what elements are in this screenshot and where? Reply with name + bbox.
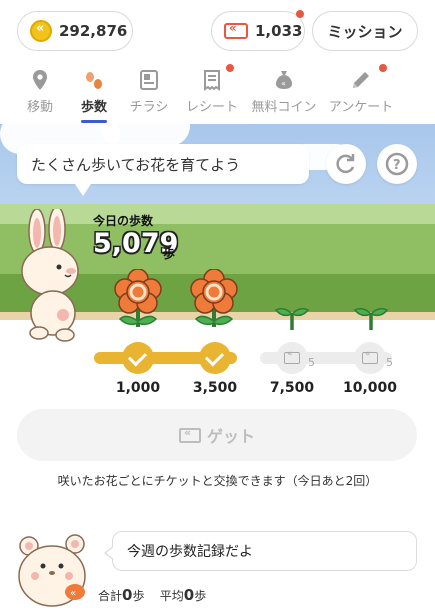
tickets-value: 1,033 bbox=[255, 22, 303, 40]
svg-text:«: « bbox=[281, 79, 286, 88]
milestone-node-locked: 5 bbox=[354, 342, 393, 374]
notification-dot bbox=[379, 64, 387, 72]
tab-flyer[interactable]: チラシ bbox=[114, 62, 184, 124]
cloud bbox=[100, 124, 190, 146]
ticket-icon bbox=[284, 349, 300, 364]
milestone-node-done bbox=[199, 342, 231, 374]
weekly-unit: 歩 bbox=[194, 589, 207, 603]
speech-bubble-text: たくさん歩いてお花を育てよう bbox=[31, 155, 241, 174]
svg-text:?: ? bbox=[393, 158, 401, 173]
weekly-unit: 歩 bbox=[132, 589, 145, 603]
coin-bag-icon: « bbox=[272, 68, 296, 92]
tab-free-coin[interactable]: « 無料コイン bbox=[249, 62, 319, 124]
milestone-label: 7,500 bbox=[269, 380, 315, 396]
flyer-icon bbox=[137, 68, 161, 92]
sprout bbox=[353, 307, 389, 330]
footprints-icon bbox=[82, 68, 106, 92]
tab-bar: 移動 歩数 チラシ レシート « 無料コイン アンケート bbox=[0, 62, 435, 124]
hamster-mascot: « bbox=[18, 534, 86, 607]
top-bar: 292,876 1,033 ミッション bbox=[0, 0, 435, 62]
tab-label: レシート bbox=[185, 100, 238, 115]
receipt-icon bbox=[200, 68, 224, 92]
milestone-label: 1,000 bbox=[115, 380, 161, 396]
rabbit-mascot bbox=[21, 209, 79, 342]
milestone-ticket-count: 5 bbox=[308, 356, 315, 369]
milestone-ticket-count: 5 bbox=[386, 356, 393, 369]
points-balance-button[interactable]: 292,876 bbox=[17, 11, 133, 51]
location-pin-icon bbox=[28, 68, 52, 92]
get-button-label: ゲット bbox=[206, 427, 255, 446]
milestone-node-locked: 5 bbox=[276, 342, 315, 374]
tickets-balance-button[interactable]: 1,033 bbox=[211, 10, 305, 51]
weekly-total-value: 0 bbox=[122, 586, 133, 604]
exchange-note: 咲いたお花ごとにチケットと交換できます（今日あと2回） bbox=[57, 474, 378, 488]
ticket-icon bbox=[362, 349, 378, 364]
weekly-average-label: 平均 bbox=[159, 589, 184, 603]
flower-bloomed bbox=[114, 269, 162, 327]
weekly-stats: 合計0歩 平均0歩 bbox=[98, 586, 206, 604]
weekly-speech-bubble: 今週の歩数記録だよ bbox=[104, 531, 417, 571]
milestone-label: 10,000 bbox=[342, 380, 398, 396]
steps-unit: 歩 bbox=[163, 247, 176, 261]
coin-icon bbox=[30, 20, 52, 42]
get-ticket-button[interactable]: ゲット bbox=[17, 409, 417, 461]
milestone-node-done bbox=[122, 342, 154, 374]
ticket-icon bbox=[178, 426, 201, 443]
tab-label: アンケート bbox=[328, 100, 394, 115]
weekly-bubble-text: 今週の歩数記録だよ bbox=[127, 544, 253, 560]
refresh-icon bbox=[336, 154, 355, 174]
milestone-label: 3,500 bbox=[192, 380, 238, 396]
tab-survey[interactable]: アンケート bbox=[326, 62, 396, 124]
mission-button[interactable]: ミッション bbox=[312, 11, 418, 51]
tab-receipt[interactable]: レシート bbox=[177, 62, 247, 124]
active-tab-indicator bbox=[81, 120, 107, 123]
svg-text:«: « bbox=[70, 588, 76, 599]
tab-label: 無料コイン bbox=[251, 100, 317, 115]
notification-dot bbox=[296, 10, 304, 18]
help-icon: ? bbox=[385, 152, 409, 176]
notification-dot bbox=[226, 64, 234, 72]
sprout bbox=[274, 307, 310, 330]
steps-scene: たくさん歩いてお花を育てよう ? 今日の歩数 5,079 歩 bbox=[0, 124, 435, 350]
pencil-icon bbox=[349, 68, 373, 92]
refresh-button[interactable] bbox=[326, 144, 366, 184]
tab-label: チラシ bbox=[129, 100, 169, 115]
weekly-average-value: 0 bbox=[183, 586, 195, 604]
speech-bubble: たくさん歩いてお花を育てよう bbox=[17, 144, 309, 196]
mission-label: ミッション bbox=[327, 22, 403, 41]
help-button[interactable]: ? bbox=[377, 144, 417, 184]
ticket-icon bbox=[224, 21, 248, 39]
weekly-total-label: 合計 bbox=[98, 589, 123, 603]
flower-bloomed bbox=[190, 269, 238, 327]
steps-caption: 今日の歩数 bbox=[93, 214, 154, 228]
points-value: 292,876 bbox=[59, 22, 128, 40]
